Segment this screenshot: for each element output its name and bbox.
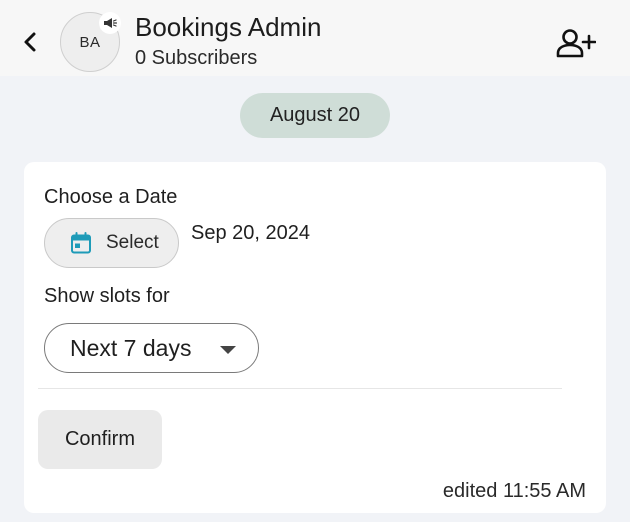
add-subscriber-button[interactable] bbox=[554, 26, 598, 60]
caret-down-icon bbox=[219, 345, 237, 355]
channel-badge bbox=[99, 12, 121, 34]
choose-date-label: Choose a Date bbox=[44, 186, 178, 208]
selected-date-value: Sep 20, 2024 bbox=[191, 222, 310, 244]
select-date-button[interactable]: Select bbox=[44, 218, 179, 268]
megaphone-icon bbox=[104, 18, 117, 28]
select-date-label: Select bbox=[106, 232, 159, 253]
avatar-initials: BA bbox=[79, 33, 101, 51]
slots-range-dropdown[interactable]: Next 7 days bbox=[44, 323, 259, 373]
calendar-icon bbox=[69, 231, 93, 255]
confirm-label: Confirm bbox=[64, 428, 135, 450]
chat-header: BA Bookings Admin 0 Subscribers bbox=[0, 0, 630, 76]
add-user-icon bbox=[556, 29, 596, 58]
page-title: Bookings Admin bbox=[135, 12, 322, 42]
date-separator-chip: August 20 bbox=[240, 93, 390, 138]
date-separator-label: August 20 bbox=[269, 104, 361, 126]
subscriber-count: 0 Subscribers bbox=[135, 47, 258, 69]
divider bbox=[38, 388, 562, 389]
back-button[interactable] bbox=[16, 26, 44, 58]
slots-range-value: Next 7 days bbox=[70, 334, 192, 361]
chevron-left-icon bbox=[24, 32, 36, 52]
app-root: BA Bookings Admin 0 Subscribers August 2… bbox=[0, 0, 630, 522]
show-slots-label: Show slots for bbox=[44, 285, 170, 307]
edited-timestamp: edited 11:55 AM bbox=[442, 480, 586, 502]
confirm-button[interactable]: Confirm bbox=[38, 410, 162, 469]
booking-form-card: Choose a Date Select Sep 20, 2024 Show s… bbox=[24, 162, 606, 513]
